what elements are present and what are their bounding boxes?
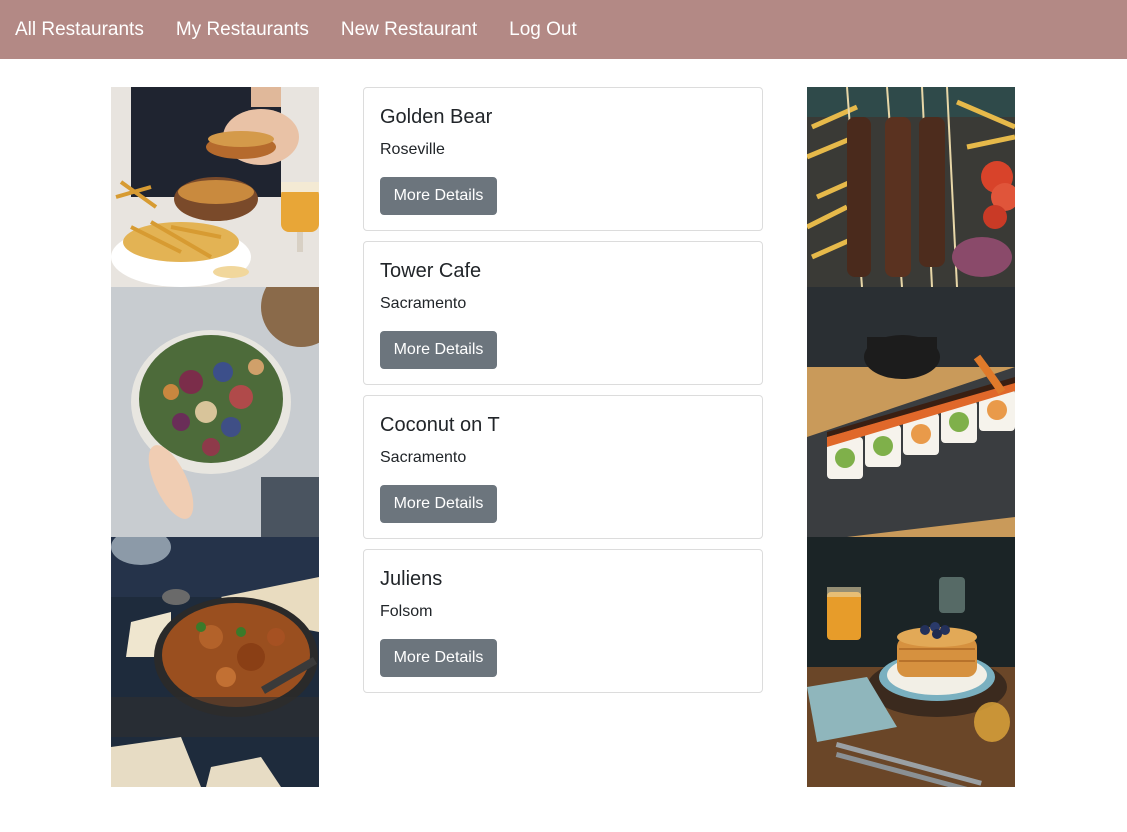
restaurant-name: Coconut on T bbox=[380, 414, 500, 436]
more-details-button[interactable]: More Details bbox=[380, 485, 497, 523]
right-photo-column bbox=[807, 87, 1015, 787]
salad-platter-photo bbox=[111, 287, 319, 537]
restaurant-card: Tower Cafe Sacramento More Details bbox=[363, 241, 763, 385]
curry-pan-photo bbox=[111, 537, 319, 787]
more-details-button[interactable]: More Details bbox=[380, 639, 497, 677]
burger-fries-photo bbox=[111, 87, 319, 287]
restaurant-card: Golden Bear Roseville More Details bbox=[363, 87, 763, 231]
restaurant-list: Golden Bear Roseville More Details Tower… bbox=[363, 87, 763, 703]
restaurant-city: Roseville bbox=[380, 141, 445, 158]
nav-log-out[interactable]: Log Out bbox=[509, 0, 577, 59]
kebab-skewers-photo bbox=[807, 87, 1015, 287]
nav-new-restaurant[interactable]: New Restaurant bbox=[341, 0, 477, 59]
restaurant-card: Coconut on T Sacramento More Details bbox=[363, 395, 763, 539]
more-details-button[interactable]: More Details bbox=[380, 177, 497, 215]
top-navbar: All Restaurants My Restaurants New Resta… bbox=[0, 0, 1127, 59]
restaurant-card: Juliens Folsom More Details bbox=[363, 549, 763, 693]
restaurant-city: Sacramento bbox=[380, 449, 467, 466]
restaurant-name: Juliens bbox=[380, 568, 443, 590]
nav-all-restaurants[interactable]: All Restaurants bbox=[15, 0, 144, 59]
restaurant-name: Golden Bear bbox=[380, 106, 493, 128]
left-photo-column bbox=[111, 87, 319, 787]
more-details-button[interactable]: More Details bbox=[380, 331, 497, 369]
restaurant-city: Sacramento bbox=[380, 295, 467, 312]
restaurant-name: Tower Cafe bbox=[380, 260, 482, 282]
nav-my-restaurants[interactable]: My Restaurants bbox=[176, 0, 309, 59]
pancakes-photo bbox=[807, 537, 1015, 787]
sushi-roll-photo bbox=[807, 287, 1015, 537]
restaurant-city: Folsom bbox=[380, 603, 433, 620]
